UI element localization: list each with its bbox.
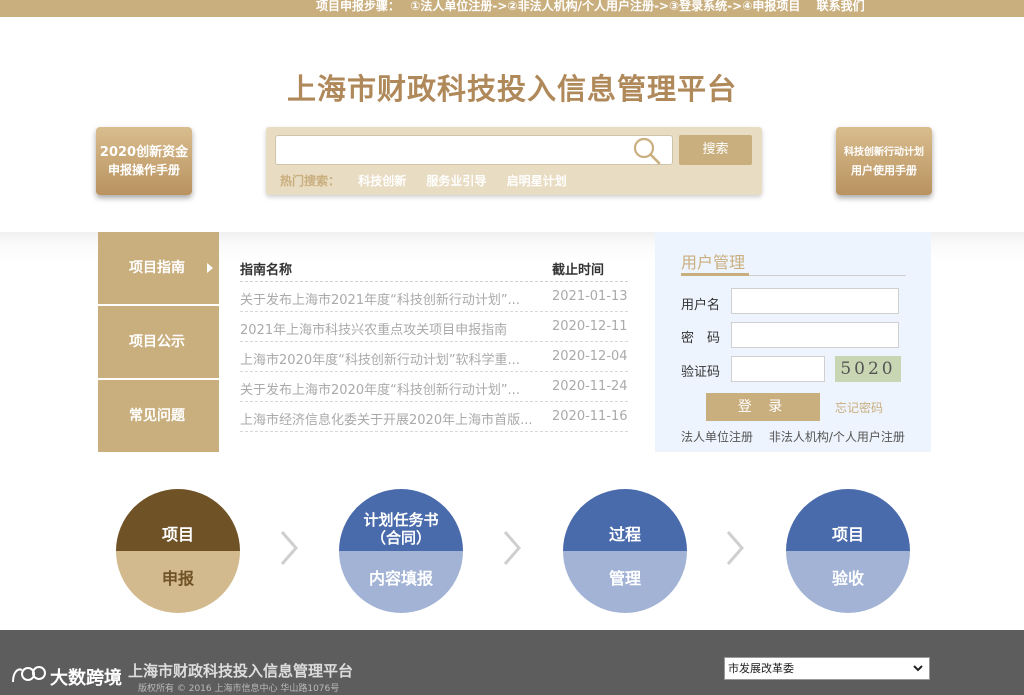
forgot-password-link[interactable]: 忘记密码 — [835, 399, 883, 416]
hot-search-label: 热门搜索： — [280, 174, 341, 188]
guide-title[interactable]: 2021年上海市科技兴农重点攻关项目申报指南 — [240, 319, 540, 338]
footer-copyright: 版权所有 © 2016 上海市信息中心 华山路1076号 — [138, 684, 340, 694]
guide-row[interactable]: 上海市2020年度“科技创新行动计划”软科学重... 2020-12-04 — [240, 342, 628, 372]
top-steps-bar: 项目申报步骤： ①法人单位注册->②非法人机构/个人用户注册->③登录系统->④… — [0, 0, 1024, 17]
guide-date: 2020-12-11 — [552, 319, 628, 334]
step-4-link[interactable]: ④申报项目 — [742, 0, 800, 13]
captcha-image[interactable]: 5020 — [835, 356, 901, 382]
manual-2020-button[interactable]: 2020创新资金 申报操作手册 — [96, 127, 192, 195]
process-step-top: 计划任务书 （合同） — [339, 489, 463, 551]
guide-title[interactable]: 关于发布上海市2021年度“科技创新行动计划”... — [240, 289, 540, 308]
guide-col-deadline: 截止时间 — [552, 263, 605, 278]
process-step-contract[interactable]: 计划任务书 （合同） 内容填报 — [339, 489, 463, 613]
guide-row[interactable]: 上海市经济信息化委关于开展2020年上海市首版... 2020-11-16 — [240, 402, 628, 432]
manual-action-plan-button[interactable]: 科技创新行动计划 用户使用手册 — [836, 127, 932, 195]
watermark-logo — [12, 666, 46, 683]
process-step-bottom: 内容填报 — [339, 551, 463, 613]
guide-title[interactable]: 上海市2020年度“科技创新行动计划”软科学重... — [240, 349, 540, 368]
process-step-top: 过程 — [563, 489, 687, 551]
manual-left-line2: 申报操作手册 — [107, 162, 180, 177]
user-panel-title: 用户管理 — [681, 253, 746, 272]
footer: 上海市财政科技投入信息管理平台 版权所有 © 2016 上海市信息中心 华山路1… — [0, 630, 1024, 695]
guide-date: 2020-11-16 — [552, 409, 628, 424]
process-step-top: 项目 — [786, 489, 910, 551]
hot-search: 热门搜索： 科技创新 服务业引导 启明星计划 — [280, 172, 583, 189]
footer-title: 上海市财政科技投入信息管理平台 — [128, 662, 354, 680]
register-person-link[interactable]: 非法人机构/个人用户注册 — [769, 430, 905, 444]
guide-date: 2020-11-24 — [552, 379, 628, 394]
guide-col-name: 指南名称 — [240, 263, 293, 278]
username-label: 用户名 — [681, 298, 721, 313]
department-select-value: 市发展改革委 — [728, 662, 794, 675]
guide-date: 2020-12-04 — [552, 349, 628, 364]
hot-search-item[interactable]: 启明星计划 — [507, 174, 567, 188]
process-step-manage[interactable]: 过程 管理 — [563, 489, 687, 613]
search-button[interactable]: 搜索 — [679, 135, 752, 165]
search-input[interactable] — [275, 135, 673, 165]
manual-left-line1: 2020创新资金 — [99, 144, 189, 160]
process-step-bottom: 申报 — [116, 551, 240, 613]
user-login-panel: 用户管理 用户名 密 码 验证码 5020 登 录 忘记密码 法人单位注册 非法… — [655, 232, 931, 452]
chevron-right-icon — [503, 531, 521, 565]
captcha-label: 验证码 — [681, 365, 721, 380]
password-input[interactable] — [731, 322, 899, 348]
header — [0, 17, 1024, 232]
tab-project-guide[interactable]: 项目指南 — [98, 232, 219, 304]
title-underline — [681, 273, 749, 276]
guide-title[interactable]: 上海市经济信息化委关于开展2020年上海市首版... — [240, 409, 540, 428]
login-button[interactable]: 登 录 — [706, 393, 820, 421]
guide-row[interactable]: 关于发布上海市2020年度“科技创新行动计划”... 2020-11-24 — [240, 372, 628, 402]
steps-label: 项目申报步骤： — [316, 0, 401, 13]
process-step-top: 项目 — [116, 489, 240, 551]
hot-search-item[interactable]: 服务业引导 — [426, 174, 486, 188]
process-flow: 项目 申报 计划任务书 （合同） 内容填报 过程 管理 项目 验收 — [0, 480, 1024, 630]
search-icon[interactable] — [632, 137, 662, 165]
department-select[interactable]: 市发展改革委 — [724, 657, 930, 680]
contact-link[interactable]: 联系我们 — [817, 0, 865, 13]
chevron-right-icon — [726, 531, 744, 565]
step-2-link[interactable]: ②非法人机构/个人用户注册-> — [507, 0, 669, 13]
step-3-link[interactable]: ③登录系统-> — [669, 0, 742, 13]
watermark: 大数跨境 — [10, 660, 135, 690]
process-step-bottom: 管理 — [563, 551, 687, 613]
guide-date: 2021-01-13 — [552, 289, 628, 304]
process-step-accept[interactable]: 项目 验收 — [786, 489, 910, 613]
search-panel: 搜索 热门搜索： 科技创新 服务业引导 启明星计划 — [266, 127, 762, 195]
guide-list: 指南名称 截止时间 关于发布上海市2021年度“科技创新行动计划”... 202… — [240, 257, 628, 432]
hot-search-item[interactable]: 科技创新 — [358, 174, 406, 188]
register-links: 法人单位注册 非法人机构/个人用户注册 — [681, 428, 917, 445]
password-label: 密 码 — [681, 331, 721, 346]
watermark-text: 大数跨境 — [50, 668, 122, 689]
guide-row[interactable]: 关于发布上海市2021年度“科技创新行动计划”... 2021-01-13 — [240, 282, 628, 312]
tab-project-notice[interactable]: 项目公示 — [98, 306, 219, 378]
username-input[interactable] — [731, 288, 899, 314]
manual-right-line1: 科技创新行动计划 — [844, 146, 924, 158]
guide-row[interactable]: 2021年上海市科技兴农重点攻关项目申报指南 2020-12-11 — [240, 312, 628, 342]
chevron-down-icon — [913, 665, 923, 672]
side-tabs: 项目指南 项目公示 常见问题 — [98, 232, 219, 452]
steps-text: 项目申报步骤： ①法人单位注册->②非法人机构/个人用户注册->③登录系统->④… — [316, 0, 871, 14]
step-1-link[interactable]: ①法人单位注册-> — [410, 0, 507, 13]
process-step-bottom: 验收 — [786, 551, 910, 613]
manual-right-line2: 用户使用手册 — [851, 163, 917, 177]
process-step-apply[interactable]: 项目 申报 — [116, 489, 240, 613]
tab-faq[interactable]: 常见问题 — [98, 380, 219, 452]
register-org-link[interactable]: 法人单位注册 — [681, 430, 753, 444]
captcha-input[interactable] — [731, 356, 825, 382]
guide-title[interactable]: 关于发布上海市2020年度“科技创新行动计划”... — [240, 379, 540, 398]
chevron-right-icon — [280, 531, 298, 565]
site-title: 上海市财政科技投入信息管理平台 — [286, 72, 737, 106]
guide-header: 指南名称 截止时间 — [240, 257, 628, 282]
